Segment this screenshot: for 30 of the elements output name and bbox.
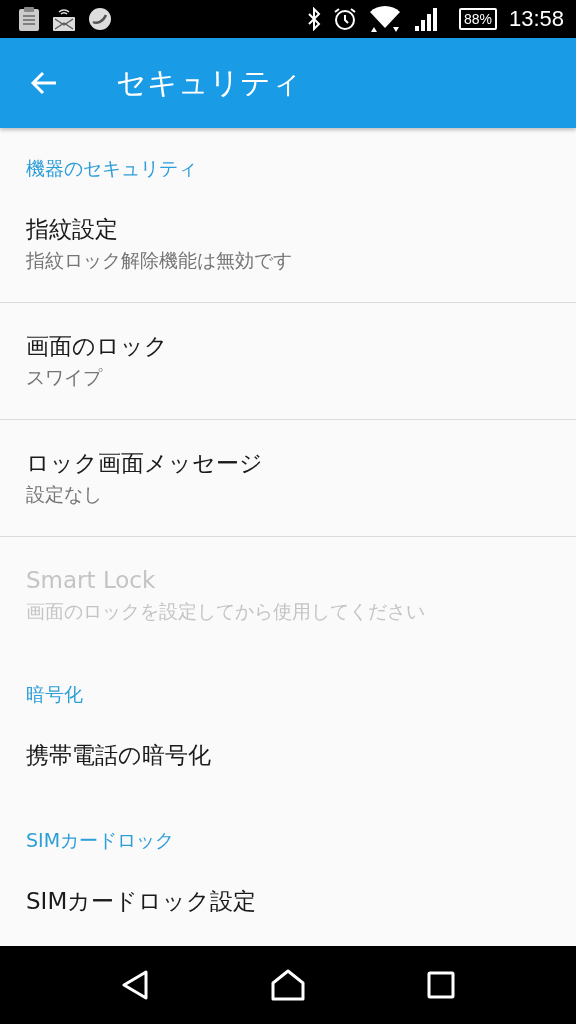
bluetooth-icon — [306, 7, 321, 31]
clock-time: 13:58 — [508, 6, 564, 32]
signal-icon — [412, 7, 437, 31]
section-header: 暗号化 — [26, 682, 84, 706]
settings-item[interactable]: 画面のロック スワイプ — [0, 303, 576, 420]
settings-item[interactable]: ロック画面メッセージ 設定なし — [0, 420, 576, 537]
section-header: 機器のセキュリティ — [26, 156, 198, 180]
back-triangle-icon — [121, 970, 149, 1000]
settings-item[interactable]: 携帯電話の暗号化 — [0, 712, 576, 800]
item-title: 画面のロック — [26, 332, 169, 361]
item-title: 携帯電話の暗号化 — [26, 741, 212, 770]
alarm-icon — [332, 7, 357, 31]
item-title: 指紋設定 — [26, 215, 119, 244]
wifi-icon — [368, 6, 401, 32]
item-summary: 設定なし — [26, 482, 103, 507]
item-summary: 指紋ロック解除機能は無効です — [26, 248, 293, 273]
settings-item[interactable]: SIMカードロック設定 — [0, 858, 576, 946]
back-arrow-icon — [30, 71, 58, 95]
item-title: ロック画面メッセージ — [26, 449, 264, 478]
item-summary: スワイプ — [26, 365, 104, 390]
section-header: SIMカードロック — [26, 828, 176, 852]
clipboard-icon — [18, 6, 40, 32]
square-icon — [427, 971, 455, 999]
home-icon — [271, 969, 305, 1001]
item-title: SIMカードロック設定 — [26, 887, 258, 916]
settings-item[interactable]: 指紋設定 指紋ロック解除機能は無効です — [0, 186, 576, 303]
circle-logo-icon — [88, 7, 112, 31]
wireless-box-icon — [52, 6, 76, 32]
battery-icon: 88% — [458, 8, 497, 30]
screen-title: セキュリティ — [116, 63, 302, 102]
